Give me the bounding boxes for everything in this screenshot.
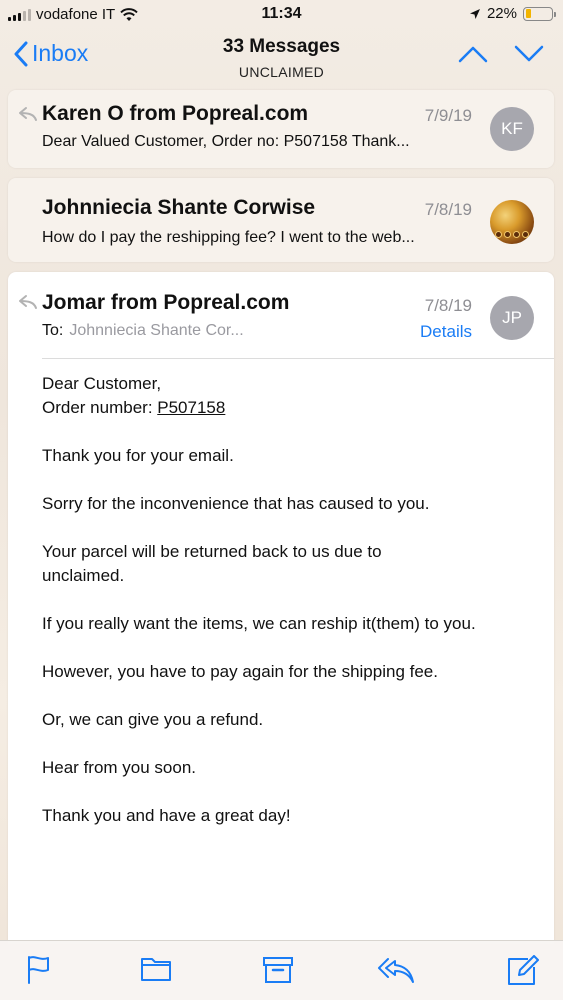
message-preview: Dear Valued Customer, Order no: P507158 … (42, 133, 410, 150)
replied-icon (19, 107, 37, 121)
message-date: 7/8/19 (424, 296, 472, 315)
battery-level (525, 9, 531, 18)
message-sender: Johnniecia Shante Corwise (42, 196, 316, 219)
flag-icon[interactable] (26, 955, 52, 985)
order-label: Order number: (42, 398, 158, 417)
message-date: 7/9/19 (424, 106, 472, 125)
message-card-karen[interactable]: Karen O from Popreal.com 7/9/19 Dear Val… (8, 90, 554, 168)
avatar: JP (490, 296, 534, 340)
header-divider (42, 358, 554, 359)
chevron-up-icon[interactable] (457, 44, 489, 64)
avatar: KF (490, 107, 534, 151)
message-body: Dear Customer, Order number: P507158 Tha… (42, 372, 522, 828)
thread-subject: UNCLAIMED (238, 64, 325, 80)
avatar-photo-pattern (494, 231, 530, 238)
archive-icon[interactable] (262, 955, 294, 985)
folder-icon[interactable] (140, 955, 172, 983)
body-paragraph: Thank you for your email. (42, 446, 234, 465)
order-number-link[interactable]: P507158 (157, 398, 225, 417)
bottom-toolbar (0, 940, 563, 1000)
to-label: To: (42, 322, 64, 339)
details-link[interactable]: Details (420, 322, 472, 342)
avatar (490, 200, 534, 244)
nav-arrows (457, 44, 545, 64)
compose-icon[interactable] (506, 955, 540, 987)
body-paragraph: Hear from you soon. (42, 758, 197, 777)
recipient-name[interactable]: Johnniecia Shante Cor... (69, 322, 243, 339)
message-preview: How do I pay the reshipping fee? I went … (42, 229, 415, 246)
body-paragraph: Or, we can give you a refund. (42, 710, 264, 729)
status-right: 22% (469, 5, 556, 22)
body-paragraph: If you really want the items, we can res… (42, 614, 476, 633)
message-card-jomar: Jomar from Popreal.com 7/8/19 JP To: John… (8, 272, 554, 944)
battery-icon (523, 6, 556, 21)
order-number-line: Order number: P507158 (42, 396, 522, 420)
body-paragraph: Your parcel will be returned back to us … (42, 542, 382, 585)
battery-percent: 22% (486, 5, 517, 22)
status-bar: vodafone IT 11:34 22% (0, 0, 563, 30)
greeting: Dear Customer, (42, 374, 162, 393)
replied-icon (19, 295, 37, 309)
message-sender: Jomar from Popreal.com (42, 291, 290, 314)
message-card-johnniecia[interactable]: Johnniecia Shante Corwise 7/8/19 How do … (8, 178, 554, 262)
body-paragraph: Thank you and have a great day! (42, 806, 291, 825)
message-sender: Karen O from Popreal.com (42, 102, 309, 125)
body-paragraph: Sorry for the inconvenience that has cau… (42, 494, 430, 513)
location-arrow-icon (469, 8, 480, 19)
nav-bar: Inbox 33 Messages UNCLAIMED (0, 30, 563, 90)
recipient-line: To: Johnniecia Shante Cor... (42, 322, 244, 340)
chevron-down-icon[interactable] (513, 44, 545, 64)
message-date: 7/8/19 (424, 200, 472, 219)
reply-icon[interactable] (376, 955, 416, 985)
body-paragraph: However, you have to pay again for the s… (42, 662, 438, 681)
